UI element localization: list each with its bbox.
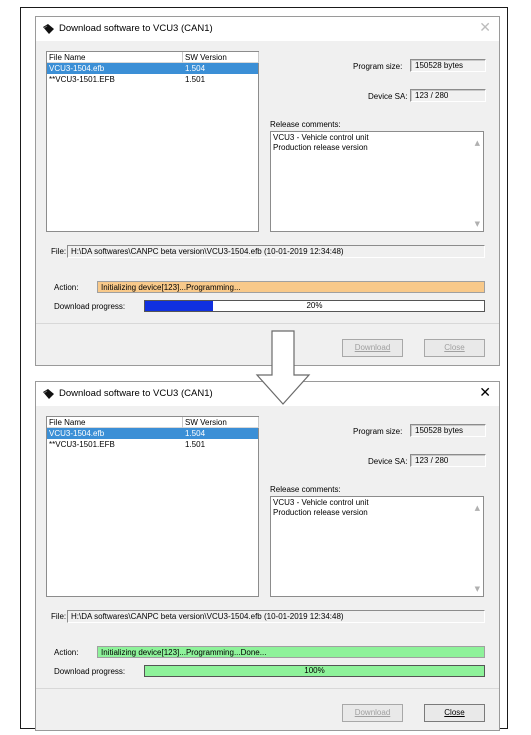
file-version: 1.501	[185, 75, 206, 84]
scroll-down-icon[interactable]: ▼	[475, 220, 480, 230]
progress-label: Download progress:	[54, 667, 126, 676]
list-item[interactable]: **VCU3-1501.EFB 1.501	[47, 74, 258, 85]
release-comment-line: VCU3 - Vehicle control unit	[273, 133, 369, 142]
progress-label: Download progress:	[54, 302, 126, 311]
list-item[interactable]: VCU3-1504.efb 1.504	[47, 428, 258, 439]
release-comment-line: Production release version	[273, 142, 368, 152]
device-sa-value: 123 / 280	[410, 89, 486, 102]
device-sa-label: Device SA:	[368, 92, 408, 101]
release-comments-box[interactable]: VCU3 - Vehicle control unit Production r…	[270, 496, 484, 597]
file-list[interactable]: File Name SW Version VCU3-1504.efb 1.504…	[46, 416, 259, 597]
release-comment-line: Production release version	[273, 507, 368, 517]
column-header-sw-version[interactable]: SW Version	[183, 52, 259, 63]
app-icon	[43, 24, 54, 34]
file-version: 1.501	[185, 440, 206, 449]
action-status: Initializing device[123]...Programming..…	[97, 281, 485, 293]
progress-text: 100%	[304, 666, 325, 675]
action-label: Action:	[54, 648, 79, 657]
file-version: 1.504	[185, 64, 206, 73]
program-size-label: Program size:	[353, 62, 403, 71]
action-label: Action:	[54, 283, 79, 292]
file-name: **VCU3-1501.EFB	[49, 440, 115, 449]
dialog-title: Download software to VCU3 (CAN1)	[59, 388, 213, 399]
device-sa-label: Device SA:	[368, 457, 408, 466]
download-button[interactable]: Download	[342, 704, 403, 722]
column-header-sw-version[interactable]: SW Version	[183, 417, 259, 428]
file-path-field: H:\DA softwares\CANPC beta version\VCU3-…	[67, 610, 485, 623]
close-button[interactable]: Close	[424, 339, 485, 357]
download-progress-bar: 100%	[144, 665, 485, 677]
divider	[36, 688, 499, 689]
file-label: File:	[51, 247, 67, 256]
down-arrow-icon	[255, 330, 311, 405]
divider	[36, 323, 499, 324]
download-progress-bar: 20%	[144, 300, 485, 312]
file-name: **VCU3-1501.EFB	[49, 75, 115, 84]
list-item[interactable]: **VCU3-1501.EFB 1.501	[47, 439, 258, 450]
download-button[interactable]: Download	[342, 339, 403, 357]
close-icon[interactable]: ✕	[479, 20, 491, 36]
file-path-field: H:\DA softwares\CANPC beta version\VCU3-…	[67, 245, 485, 258]
app-icon	[43, 389, 54, 399]
file-list[interactable]: File Name SW Version VCU3-1504.efb 1.504…	[46, 51, 259, 232]
close-icon[interactable]: ✕	[479, 385, 491, 401]
release-comments-label: Release comments:	[270, 485, 341, 494]
dialog-title: Download software to VCU3 (CAN1)	[59, 23, 213, 34]
close-button[interactable]: Close	[424, 704, 485, 722]
program-size-label: Program size:	[353, 427, 403, 436]
release-comments-label: Release comments:	[270, 120, 341, 129]
download-dialog-after: Download software to VCU3 (CAN1) ✕ File …	[35, 381, 500, 731]
download-dialog-before: Download software to VCU3 (CAN1) ✕ File …	[35, 16, 500, 366]
list-item[interactable]: VCU3-1504.efb 1.504	[47, 63, 258, 74]
device-sa-value: 123 / 280	[410, 454, 486, 467]
column-header-file-name[interactable]: File Name	[47, 52, 183, 63]
scroll-up-icon[interactable]: ▲	[475, 504, 480, 514]
file-version: 1.504	[185, 429, 206, 438]
scroll-down-icon[interactable]: ▼	[475, 585, 480, 595]
program-size-value: 150528 bytes	[410, 59, 486, 72]
program-size-value: 150528 bytes	[410, 424, 486, 437]
scroll-up-icon[interactable]: ▲	[475, 139, 480, 149]
title-bar[interactable]: Download software to VCU3 (CAN1) ✕	[36, 17, 499, 41]
file-name: VCU3-1504.efb	[49, 64, 105, 73]
action-status: Initializing device[123]...Programming..…	[97, 646, 485, 658]
file-name: VCU3-1504.efb	[49, 429, 105, 438]
progress-text: 20%	[306, 301, 323, 310]
release-comment-line: VCU3 - Vehicle control unit	[273, 498, 369, 507]
release-comments-box[interactable]: VCU3 - Vehicle control unit Production r…	[270, 131, 484, 232]
column-header-file-name[interactable]: File Name	[47, 417, 183, 428]
file-label: File:	[51, 612, 67, 621]
